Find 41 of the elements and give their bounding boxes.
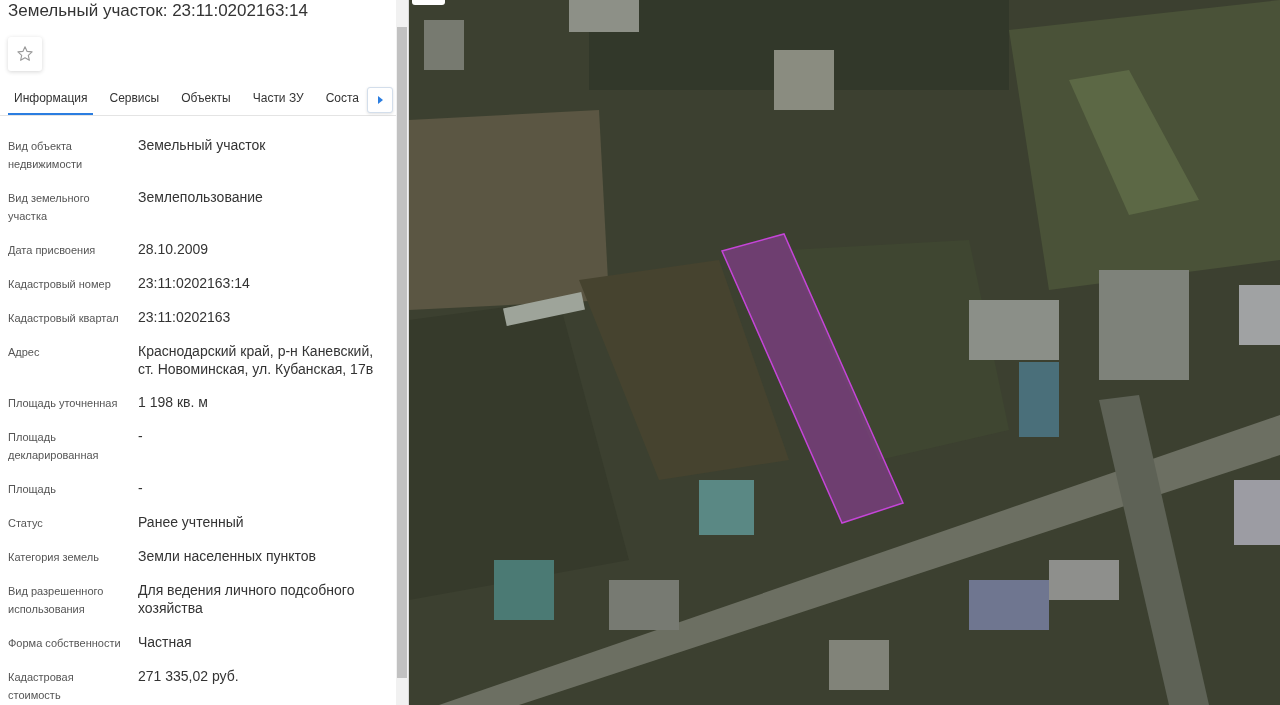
star-icon [17, 46, 33, 62]
field-label: Кадастровая стоимость [8, 670, 75, 703]
tab[interactable]: Части ЗУ [246, 81, 310, 115]
field-label: Площадь [8, 482, 56, 497]
field-label: Категория земель [8, 550, 99, 565]
field-value: 28.10.2009 [138, 240, 209, 259]
field-label: Адрес [8, 345, 40, 360]
field-value: Для ведения личного подсобного хозяйства [138, 581, 356, 618]
field-value: Земельный участок [138, 136, 266, 155]
field-label: Дата присвоения [8, 243, 96, 258]
tab[interactable]: Сервисы [103, 81, 166, 115]
field-value: Землепользование [138, 188, 263, 207]
tab[interactable]: Объекты [175, 81, 237, 115]
field-label: Форма собственности [8, 636, 121, 651]
field-value: - [138, 479, 143, 498]
field-value: 271 335,02 руб. [138, 667, 239, 686]
field-value: - [138, 427, 143, 446]
field-label: Площадь декларированная [8, 430, 100, 463]
field-value: 23:11:0202163:14 [138, 274, 250, 293]
scrollbar-thumb[interactable] [397, 27, 407, 678]
scroll-tabs-button[interactable] [367, 87, 394, 113]
field-label: Вид объекта недвижимости [8, 139, 84, 172]
field-label: Вид земельного участка [8, 191, 91, 224]
field-value: Земли населенных пунктов [138, 547, 317, 566]
field-value: Краснодарский край, р-н Каневский, ст. Новоминская, ул. Кубанская, 17в [138, 342, 375, 378]
field-label: Площадь уточненная [8, 396, 118, 411]
field-value: Ранее учтенный [138, 513, 244, 532]
field-label: Кадастровый квартал [8, 311, 119, 326]
field-label: Статус [8, 516, 43, 531]
tab[interactable]: Информация [8, 81, 94, 115]
parcel-title: Земельный участок: 23:11:0202163:14 [8, 1, 308, 21]
field-label: Кадастровый номер [8, 277, 111, 292]
field-value: Частная [138, 633, 192, 652]
scrollbar-track[interactable] [396, 0, 408, 705]
field-label: Вид разрешенного использования [8, 584, 105, 617]
caret-right-icon [377, 96, 383, 104]
favorite-button[interactable] [8, 37, 42, 71]
field-value: 23:11:0202163 [138, 308, 231, 327]
field-value: 1 198 кв. м [138, 393, 208, 412]
map-control-button[interactable] [412, 0, 445, 5]
tab[interactable]: Соста [319, 81, 366, 115]
